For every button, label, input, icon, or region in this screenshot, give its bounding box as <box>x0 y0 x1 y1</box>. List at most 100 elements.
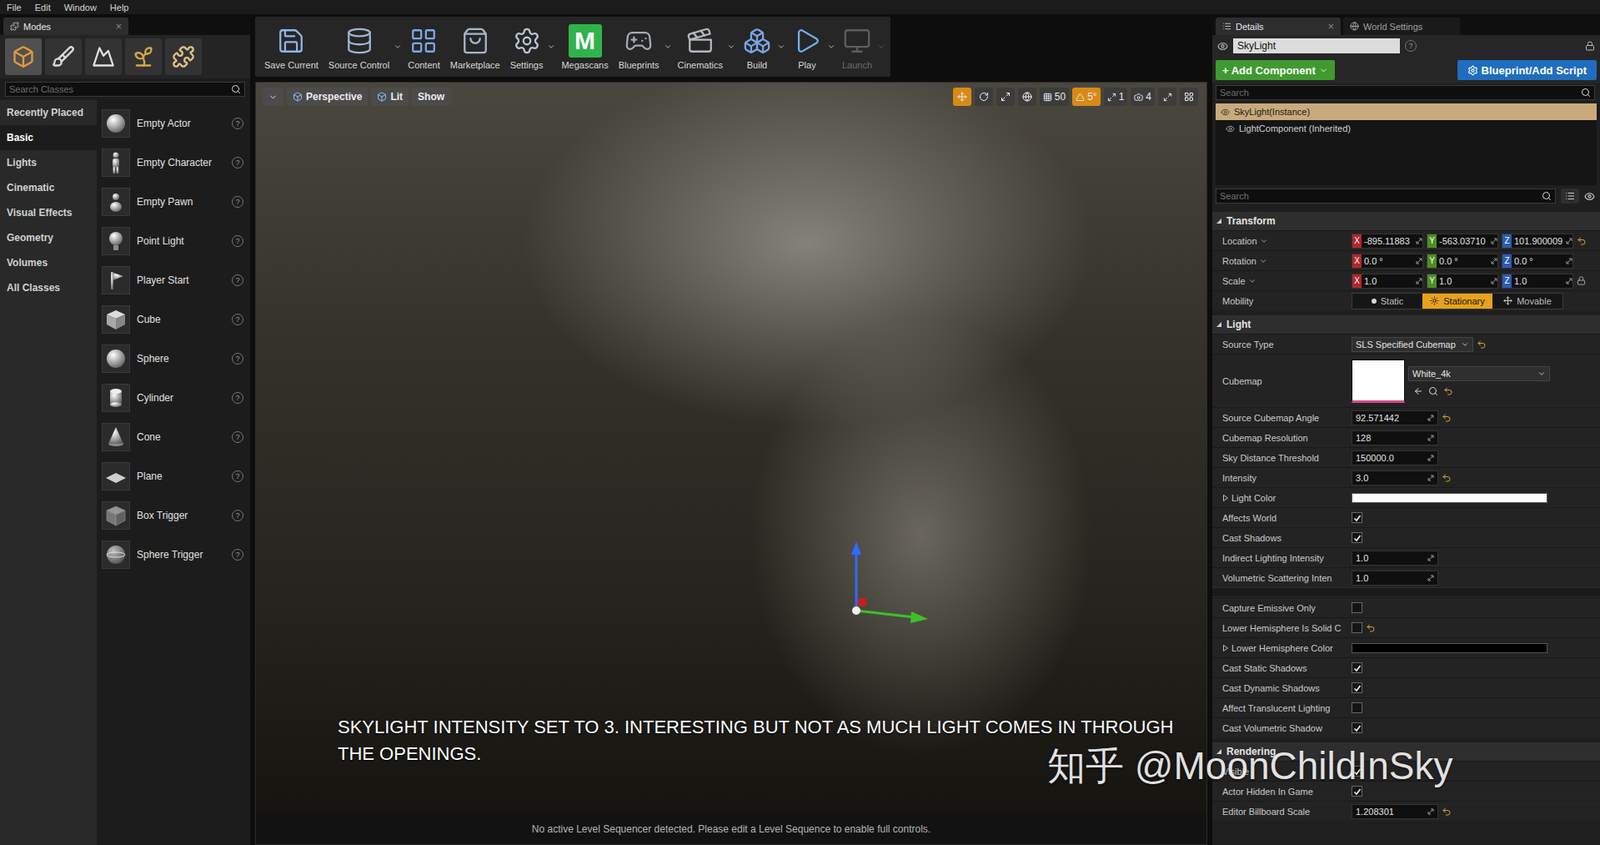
toolbar-dropdown-icon[interactable] <box>393 42 402 51</box>
help-button[interactable]: ? <box>231 470 244 482</box>
expand-arrow-icon[interactable] <box>1222 644 1229 652</box>
expand-arrow-icon[interactable] <box>1222 494 1229 502</box>
help-button[interactable]: ? <box>231 117 244 130</box>
axis-field[interactable]: Z1.0 <box>1501 273 1574 289</box>
checkbox[interactable] <box>1351 682 1363 693</box>
toolbar-dropdown-icon[interactable] <box>727 42 736 51</box>
property-search[interactable]: Search <box>1215 188 1556 204</box>
axis-field[interactable]: Z101.900009 <box>1501 233 1574 249</box>
class-item[interactable]: Plane? <box>101 456 251 496</box>
source-type-dropdown[interactable]: SLS Specified Cubemap <box>1351 336 1474 352</box>
class-item[interactable]: Cone? <box>101 416 251 457</box>
checkbox[interactable] <box>1351 621 1363 633</box>
toolbar-button[interactable]: Blueprints <box>614 21 664 72</box>
toolbar-button[interactable]: Cinematics <box>673 21 728 72</box>
color-swatch[interactable] <box>1351 492 1548 503</box>
number-field[interactable]: 1.0 <box>1351 570 1439 586</box>
browse-icon[interactable] <box>1428 386 1439 397</box>
number-field[interactable]: 3.0 <box>1351 470 1439 486</box>
panel-tab[interactable]: World Settings <box>1343 17 1460 36</box>
mode-button[interactable] <box>45 38 82 76</box>
toolbar-dropdown-icon[interactable] <box>546 42 556 51</box>
checkbox[interactable] <box>1351 511 1363 523</box>
class-item[interactable]: Box Trigger? <box>101 495 251 535</box>
menu-item[interactable]: Window <box>64 2 97 13</box>
lock-icon[interactable] <box>1584 40 1595 51</box>
axis-field[interactable]: Z0.0 ° <box>1501 253 1574 269</box>
toolbar-button[interactable]: Settings <box>506 21 548 72</box>
modes-tab[interactable]: Modes× <box>3 17 129 36</box>
class-item[interactable]: Cube? <box>101 299 251 339</box>
transform-tool[interactable] <box>974 87 994 106</box>
snap-button[interactable]: 5° <box>1072 87 1100 106</box>
checkbox[interactable] <box>1351 785 1363 797</box>
view-button[interactable]: Show <box>411 87 451 106</box>
view-options-button[interactable] <box>1560 188 1580 204</box>
axis-field[interactable]: X1.0 <box>1351 273 1424 289</box>
dropdown-arrow-icon[interactable] <box>1258 256 1268 266</box>
class-item[interactable]: Player Start? <box>101 260 251 300</box>
close-tab-button[interactable]: × <box>1327 20 1335 33</box>
color-swatch[interactable] <box>1351 642 1548 653</box>
number-field[interactable]: 150000.0 <box>1351 450 1439 466</box>
collapse-arrow-icon[interactable] <box>1215 747 1223 755</box>
axis-field[interactable]: Y1.0 <box>1426 273 1499 289</box>
mode-button[interactable] <box>165 38 202 76</box>
checkbox[interactable] <box>1351 765 1363 777</box>
reset-arrow-icon[interactable] <box>1476 339 1487 350</box>
category-item[interactable]: Cinematic <box>0 175 97 201</box>
panel-tab[interactable]: Details× <box>1215 17 1341 36</box>
help-button[interactable]: ? <box>231 235 244 247</box>
checkbox[interactable] <box>1351 722 1363 733</box>
translate-gizmo-icon[interactable] <box>839 539 932 632</box>
view-button[interactable]: Lit <box>371 87 409 106</box>
axis-field[interactable]: Y0.0 ° <box>1426 253 1499 269</box>
menu-item[interactable]: File <box>6 2 22 13</box>
menu-item[interactable]: Help <box>110 2 130 13</box>
use-selected-icon[interactable] <box>1413 386 1424 397</box>
help-button[interactable]: ? <box>231 352 244 365</box>
visibility-icon[interactable] <box>1584 190 1595 202</box>
transform-tool[interactable] <box>996 87 1015 106</box>
axis-field[interactable]: X-895.11883 <box>1351 233 1424 249</box>
view-button[interactable]: Perspective <box>286 87 368 106</box>
section-header[interactable]: Light <box>1212 315 1600 334</box>
number-field[interactable]: 92.571442 <box>1351 410 1439 426</box>
number-field[interactable]: 128 <box>1351 430 1439 446</box>
toolbar-button[interactable]: Content <box>403 21 445 72</box>
layout-button[interactable] <box>1179 87 1199 106</box>
help-button[interactable]: ? <box>231 548 244 561</box>
axis-field[interactable]: X0.0 ° <box>1351 253 1424 269</box>
toolbar-dropdown-icon[interactable] <box>777 42 786 51</box>
category-item[interactable]: All Classes <box>0 275 97 301</box>
tree-row[interactable]: SkyLight(Instance) <box>1215 103 1597 121</box>
dropdown-arrow-icon[interactable] <box>1259 236 1269 246</box>
category-item[interactable]: Volumes <box>0 250 97 276</box>
category-item[interactable]: Basic <box>0 125 97 151</box>
category-item[interactable]: Lights <box>0 150 97 176</box>
close-tab-button[interactable]: × <box>115 20 122 33</box>
number-field[interactable]: 1.208301 <box>1351 803 1439 819</box>
blueprint-button[interactable]: Blueprint/Add Script <box>1457 60 1597 81</box>
coordinate-space-button[interactable] <box>1018 87 1037 106</box>
help-button[interactable]: ? <box>231 509 244 522</box>
checkbox[interactable] <box>1351 702 1363 713</box>
toolbar-button[interactable]: Play <box>787 21 828 72</box>
toolbar-dropdown-icon[interactable] <box>827 42 836 51</box>
toolbar-button[interactable]: Build <box>737 21 778 72</box>
class-item[interactable]: Point Light? <box>101 220 251 261</box>
reset-arrow-icon[interactable] <box>1441 412 1452 423</box>
reset-arrow-icon[interactable] <box>1365 622 1376 633</box>
reset-arrow-icon[interactable] <box>1441 806 1452 817</box>
help-button[interactable]: ? <box>231 274 244 286</box>
mode-button[interactable] <box>5 38 42 76</box>
menu-item[interactable]: Edit <box>35 2 51 13</box>
viewport-menu-button[interactable] <box>262 87 284 106</box>
mobility-option[interactable]: Static <box>1352 293 1423 309</box>
class-item[interactable]: Cylinder? <box>101 377 251 417</box>
collapse-arrow-icon[interactable] <box>1215 217 1223 225</box>
toolbar-button[interactable]: MMegascans <box>556 21 612 72</box>
checkbox[interactable] <box>1351 662 1363 673</box>
help-button[interactable]: ? <box>1404 40 1417 52</box>
transform-tool[interactable] <box>952 87 972 106</box>
